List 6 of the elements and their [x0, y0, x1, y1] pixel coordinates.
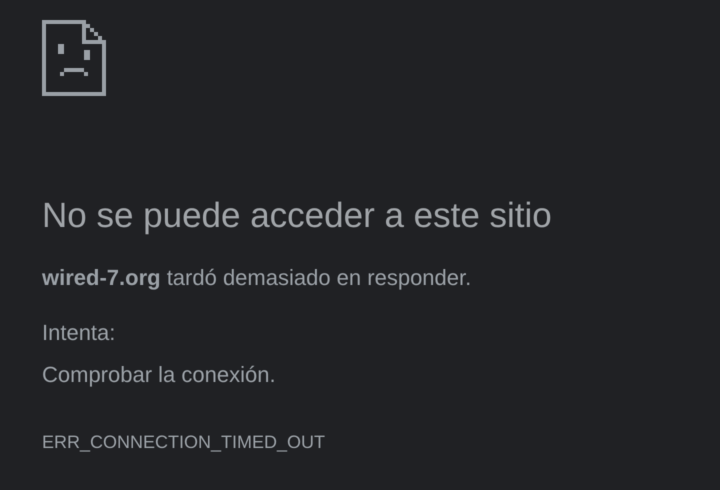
- error-code: ERR_CONNECTION_TIMED_OUT: [42, 431, 326, 454]
- suggestion-text: Comprobar la conexión.: [42, 361, 277, 389]
- error-message: wired-7.org tardó demasiado en responder.: [42, 264, 472, 292]
- error-heading: No se puede acceder a este sitio: [42, 195, 553, 237]
- sad-page-icon: [42, 20, 106, 96]
- suggestions-heading: Intenta:: [42, 319, 116, 347]
